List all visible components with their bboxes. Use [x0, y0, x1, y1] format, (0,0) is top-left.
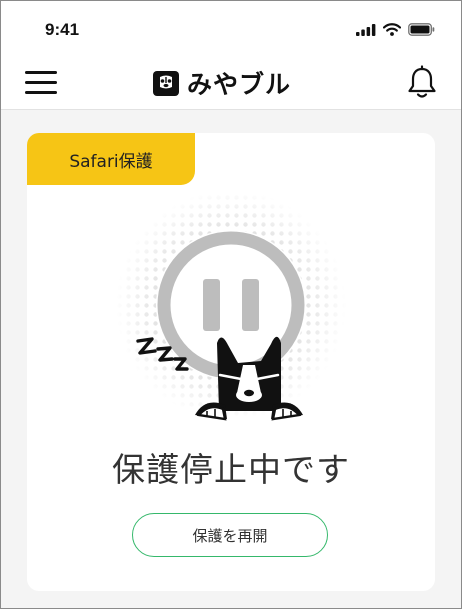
- menu-icon-line-bottom: [25, 91, 57, 94]
- menu-button[interactable]: [25, 68, 59, 96]
- battery-icon: [408, 23, 435, 36]
- status-icons: [356, 23, 435, 36]
- status-time: 9:41: [45, 20, 80, 39]
- resume-protection-button[interactable]: 保護を再開: [132, 513, 328, 557]
- status-bar: 9:41: [1, 1, 461, 53]
- protection-status-text: 保護停止中です: [112, 450, 350, 489]
- paused-illustration: [115, 190, 347, 433]
- app-header: みやブル: [1, 53, 461, 110]
- menu-icon-line-top: [25, 71, 57, 74]
- safari-protection-tag: Safari保護: [27, 133, 195, 185]
- signal-icon: [356, 23, 376, 36]
- dog-logo-icon: [153, 71, 179, 96]
- app-logo: みやブル: [151, 65, 291, 101]
- logo-text: みやブル: [187, 70, 292, 99]
- menu-icon-line-middle: [25, 81, 57, 84]
- pause-status-graphic: [116, 190, 346, 421]
- protection-status-card: Safari保護 保護停止中です 保護を再開: [27, 133, 435, 591]
- notification-button[interactable]: [405, 65, 439, 101]
- bell-icon: [408, 65, 436, 98]
- phone-frame: 9:41 みやブル Safari保護 保護停止中です 保護を再開: [0, 0, 462, 609]
- wifi-icon: [383, 23, 401, 36]
